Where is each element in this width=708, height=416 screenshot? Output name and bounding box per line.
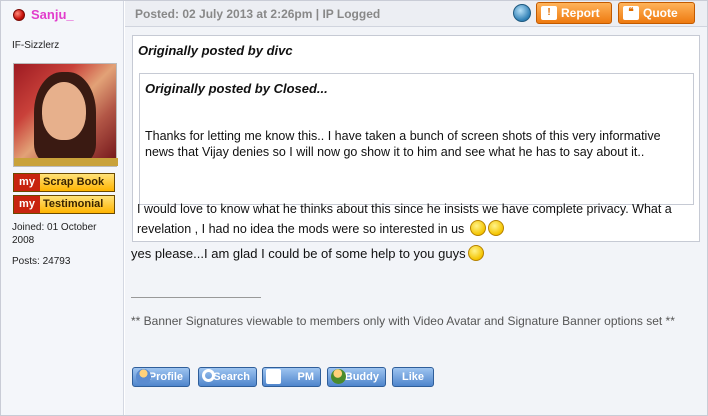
- pm-button[interactable]: PM: [262, 367, 321, 387]
- online-status-icon: [13, 9, 25, 21]
- forum-post: Sanju_ IF-Sizzlerz my Scrap Book my Test…: [0, 0, 708, 416]
- smiley-icon: [467, 245, 484, 261]
- reply-text: yes please...I am glad I could be of som…: [131, 246, 466, 261]
- post-header: Posted: 02 July 2013 at 2:26pm | IP Logg…: [125, 1, 707, 27]
- scrapbook-label: Scrap Book: [43, 176, 105, 188]
- signature-text: ** Banner Signatures viewable to members…: [131, 314, 675, 328]
- buddy-icon: [331, 369, 346, 384]
- signature-divider: [131, 297, 261, 298]
- search-label: Search: [213, 371, 250, 383]
- profile-label: Profile: [148, 371, 183, 383]
- quote-label: Quote: [643, 6, 678, 20]
- inner-quote-text: Thanks for letting me know this.. I have…: [145, 129, 661, 159]
- outer-quote-body: I would love to know what he thinks abou…: [137, 199, 697, 239]
- profile-globe-icon[interactable]: [513, 4, 531, 22]
- profile-icon: [136, 369, 151, 384]
- user-info-panel: Sanju_ IF-Sizzlerz my Scrap Book my Test…: [1, 1, 124, 415]
- pm-label: PM: [297, 371, 315, 383]
- inner-quote: Originally posted by Closed... Thanks fo…: [139, 73, 694, 205]
- outer-quote-title: Originally posted by divc: [138, 43, 293, 58]
- like-button[interactable]: Like: [392, 367, 434, 387]
- smiley-icon: [469, 220, 486, 236]
- pm-icon: [266, 369, 281, 384]
- testimonial-button[interactable]: my Testimonial: [13, 195, 115, 214]
- report-icon: !: [541, 6, 557, 20]
- search-button[interactable]: Search: [198, 367, 257, 387]
- buddy-button[interactable]: Buddy: [327, 367, 386, 387]
- post-body-panel: Posted: 02 July 2013 at 2:26pm | IP Logg…: [125, 1, 707, 415]
- avatar-face: [42, 82, 86, 140]
- post-count: Posts: 24793: [12, 256, 71, 267]
- quote-button[interactable]: ❝ Quote: [618, 2, 695, 24]
- testimonial-my-badge: my: [14, 196, 40, 213]
- posted-info: Posted: 02 July 2013 at 2:26pm | IP Logg…: [135, 7, 381, 21]
- inner-quote-title: Originally posted by Closed...: [145, 81, 328, 96]
- reply-body: yes please...I am glad I could be of som…: [131, 245, 484, 261]
- avatar: [13, 63, 118, 167]
- username-link[interactable]: Sanju_: [31, 7, 74, 22]
- scrapbook-button[interactable]: my Scrap Book: [13, 173, 115, 192]
- profile-button[interactable]: Profile: [132, 367, 190, 387]
- quote-icon: ❝: [623, 6, 639, 20]
- like-label: Like: [401, 371, 424, 383]
- joined-date: Joined: 01 October 2008: [12, 222, 97, 246]
- avatar-band: [14, 158, 118, 166]
- report-label: Report: [561, 6, 600, 20]
- smiley-icon: [487, 220, 504, 236]
- outer-quote: Originally posted by divc Originally pos…: [132, 35, 700, 242]
- buddy-label: Buddy: [344, 371, 379, 383]
- user-rank: IF-Sizzlerz: [12, 40, 60, 51]
- testimonial-label: Testimonial: [43, 198, 104, 210]
- search-icon: [202, 369, 215, 382]
- outer-quote-text: I would love to know what he thinks abou…: [137, 202, 672, 236]
- scrapbook-my-badge: my: [14, 174, 40, 191]
- report-button[interactable]: ! Report: [536, 2, 612, 24]
